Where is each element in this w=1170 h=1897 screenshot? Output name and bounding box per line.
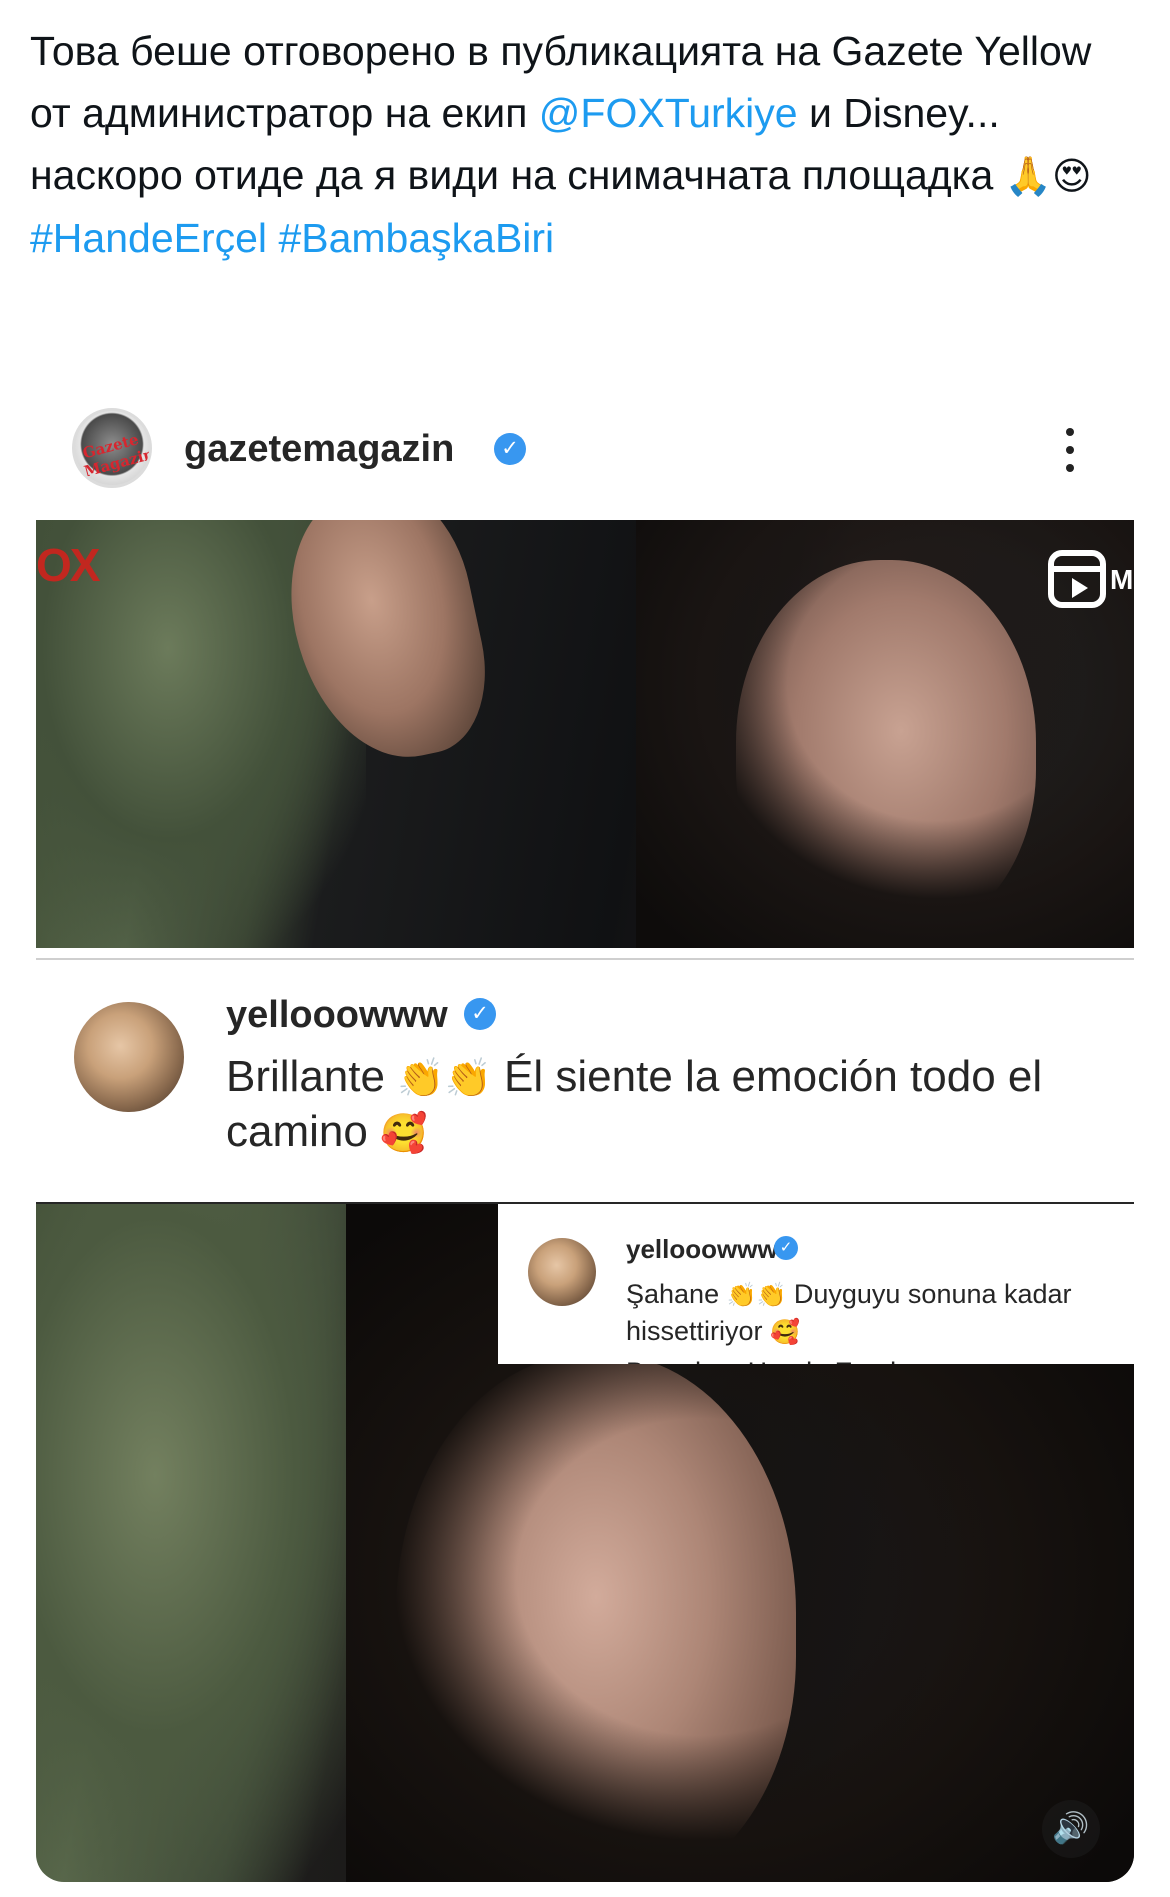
reels-icon bbox=[1048, 550, 1106, 608]
clap-emoji: 👏👏 bbox=[726, 1281, 787, 1309]
heart-eyes-emoji: 😍 bbox=[1052, 154, 1092, 198]
avatar[interactable]: Gazete Magazin bbox=[72, 408, 152, 488]
smiling-hearts-emoji: 🥰 bbox=[380, 1111, 428, 1155]
gazete-magazin-logo: Gazete Magazin bbox=[80, 430, 152, 481]
tweet-text: Това беше отговорено в публикацията на G… bbox=[30, 20, 1140, 269]
divider bbox=[36, 958, 1134, 960]
hashtag-handeercel[interactable]: #HandeErçel bbox=[30, 215, 267, 261]
comment-username: yellooowww bbox=[226, 994, 448, 1036]
avatar bbox=[528, 1238, 596, 1306]
overlay-comment-cut-text: Bu sahne Hande Erçel bbox=[626, 1354, 896, 1364]
smiling-hearts-emoji: 🥰 bbox=[770, 1318, 800, 1346]
verified-badge-icon: ✓ bbox=[774, 1236, 798, 1260]
video-frame-bottom[interactable]: yellooowww ✓ Şahane 👏👏 Duyguyu sonuna ka… bbox=[36, 1204, 1134, 1882]
overlay-comment: yellooowww ✓ Şahane 👏👏 Duyguyu sonuna ka… bbox=[498, 1204, 1134, 1364]
hashtag-bambaskabiri[interactable]: #BambaşkaBiri bbox=[278, 215, 554, 261]
verified-badge-icon: ✓ bbox=[494, 433, 526, 465]
fox-channel-logo: OX bbox=[36, 539, 100, 591]
avatar bbox=[74, 1002, 184, 1112]
comment-text: Brillante 👏👏 Él siente la emoción todo e… bbox=[226, 1052, 1043, 1156]
video-frame-top[interactable]: OX MS bbox=[36, 520, 1134, 948]
clap-emoji: 👏👏 bbox=[397, 1056, 492, 1100]
mention-link[interactable]: @FOXTurkiye bbox=[539, 90, 798, 136]
pray-emoji: 🙏 bbox=[1004, 154, 1053, 198]
volume-icon[interactable]: 🔊 bbox=[1042, 1800, 1100, 1858]
instagram-post-header: Gazete Magazin gazetemagazin ✓ bbox=[36, 390, 1134, 520]
verified-badge-icon: ✓ bbox=[464, 998, 496, 1030]
tweet-media[interactable]: Gazete Magazin gazetemagazin ✓ OX MS yel… bbox=[36, 390, 1134, 1882]
overlay-comment-text: Şahane 👏👏 Duyguyu sonuna kadar hissettir… bbox=[626, 1279, 1072, 1346]
overlay-comment-username: yellooowww bbox=[626, 1234, 778, 1264]
comment-screenshot: yellooowww ✓ Brillante 👏👏 Él siente la e… bbox=[36, 968, 1134, 1168]
more-options-icon[interactable] bbox=[1066, 428, 1078, 476]
instagram-username[interactable]: gazetemagazin bbox=[184, 428, 454, 471]
corner-watermark: MS bbox=[1110, 564, 1134, 595]
